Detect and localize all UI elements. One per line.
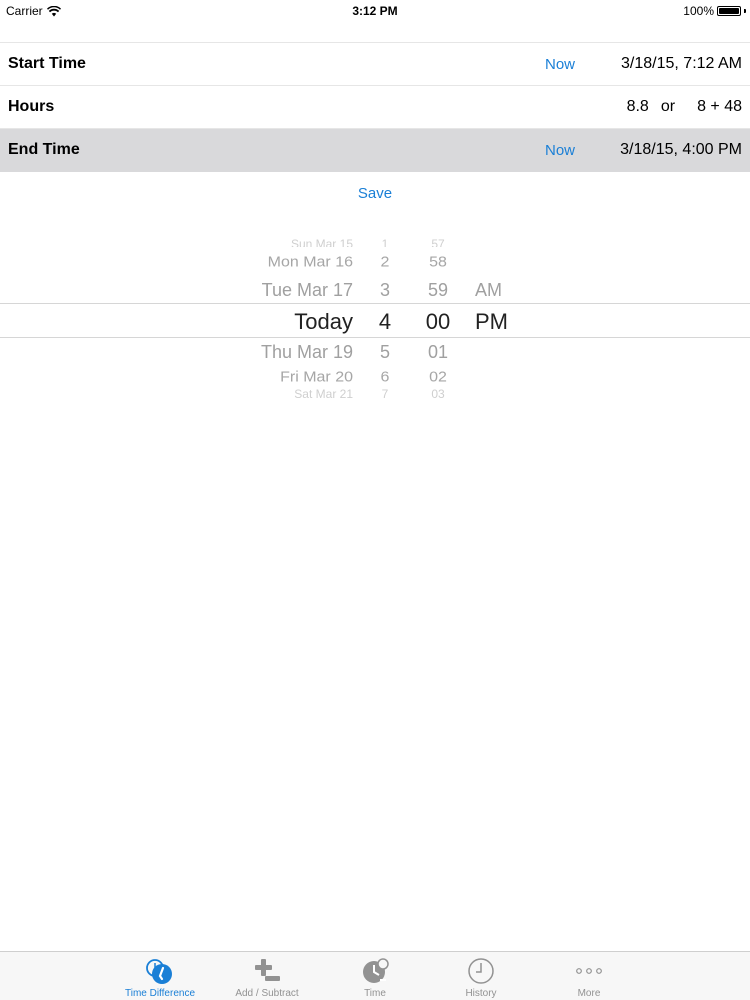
end-time-label: End Time <box>8 141 80 158</box>
tab-label: History <box>465 988 497 999</box>
hours-row[interactable]: Hours 8.8 or 8 + 48 <box>0 86 750 129</box>
picker-hour-selected[interactable]: 4 <box>370 309 400 335</box>
tab-label: More <box>577 988 601 999</box>
picker-pm-selected[interactable]: PM <box>475 309 508 335</box>
tab-bar: Time Difference Add / Subtract Time Hist… <box>0 951 750 1000</box>
picker-hour-item[interactable]: 2 <box>370 255 400 271</box>
tab-add-subtract[interactable]: Add / Subtract <box>219 952 315 1000</box>
hours-hm: 8 + 48 <box>697 98 742 115</box>
battery-percent: 100% <box>683 4 714 18</box>
picker-hour-item[interactable]: 3 <box>370 280 400 301</box>
picker-minute-item[interactable]: 02 <box>418 370 458 386</box>
start-time-label: Start Time <box>8 55 86 72</box>
status-bar: Carrier 3:12 PM 100% <box>0 0 750 22</box>
picker-date-item[interactable]: Thu Mar 19 <box>261 342 353 363</box>
picker-hour-item[interactable]: 1 <box>370 237 400 247</box>
end-time-value: 3/18/15, 4:00 PM <box>620 141 742 158</box>
tab-time-difference[interactable]: Time Difference <box>112 952 208 1000</box>
start-time-value: 3/18/15, 7:12 AM <box>621 55 742 72</box>
picker-date-item[interactable]: Sat Mar 21 <box>294 389 353 399</box>
tab-history[interactable]: History <box>433 952 529 1000</box>
picker-date-item[interactable]: Tue Mar 17 <box>262 280 353 301</box>
time-icon <box>363 958 389 983</box>
picker-am-item[interactable]: AM <box>475 280 502 301</box>
tab-time[interactable]: Time <box>327 952 423 1000</box>
add-subtract-icon <box>255 959 280 981</box>
hours-decimal: 8.8 <box>626 98 649 115</box>
picker-selection-top-line <box>0 303 750 304</box>
time-calculator-screen: Carrier 3:12 PM 100% Start Time Now 3/18… <box>0 0 750 1000</box>
picker-date-item[interactable]: Fri Mar 20 <box>280 370 353 386</box>
tab-label: Add / Subtract <box>235 988 299 999</box>
time-difference-icon <box>146 959 172 984</box>
picker-minute-item[interactable]: 01 <box>418 342 458 363</box>
more-dots-icon <box>576 968 602 974</box>
picker-minute-item[interactable]: 58 <box>418 255 458 271</box>
picker-date-item[interactable]: Mon Mar 16 <box>268 255 353 271</box>
battery-nub <box>744 9 746 13</box>
end-now-button[interactable]: Now <box>545 142 575 159</box>
start-now-button[interactable]: Now <box>545 56 575 73</box>
time-rows: Start Time Now 3/18/15, 7:12 AM Hours 8.… <box>0 42 750 172</box>
tab-label: Time Difference <box>124 988 196 999</box>
picker-selection-bottom-line <box>0 337 750 338</box>
hours-value: 8.8 or 8 + 48 <box>627 98 742 116</box>
hours-or: or <box>660 98 676 115</box>
status-right: 100% <box>683 4 746 18</box>
picker-hour-item[interactable]: 5 <box>370 342 400 363</box>
tab-label: Time <box>364 988 386 999</box>
picker-minute-item[interactable]: 03 <box>418 389 458 399</box>
picker-hour-item[interactable]: 6 <box>370 370 400 386</box>
picker-minute-item[interactable]: 57 <box>418 237 458 247</box>
picker-date-item[interactable]: Sun Mar 15 <box>291 237 353 247</box>
start-time-row[interactable]: Start Time Now 3/18/15, 7:12 AM <box>0 43 750 86</box>
end-time-row[interactable]: End Time Now 3/18/15, 4:00 PM <box>0 129 750 172</box>
status-time: 3:12 PM <box>352 4 398 18</box>
picker-minute-item[interactable]: 59 <box>418 280 458 301</box>
history-clock-icon <box>468 958 494 984</box>
save-button[interactable]: Save <box>0 185 750 202</box>
tab-more[interactable]: More <box>541 952 637 1000</box>
hours-label: Hours <box>8 98 55 115</box>
battery-icon <box>717 6 741 16</box>
picker-date-selected[interactable]: Today <box>294 309 353 335</box>
picker-minute-selected[interactable]: 00 <box>418 309 458 335</box>
picker-hour-item[interactable]: 7 <box>370 389 400 399</box>
date-time-picker[interactable]: Sun Mar 15 Mon Mar 16 Tue Mar 17 Today T… <box>0 225 750 410</box>
